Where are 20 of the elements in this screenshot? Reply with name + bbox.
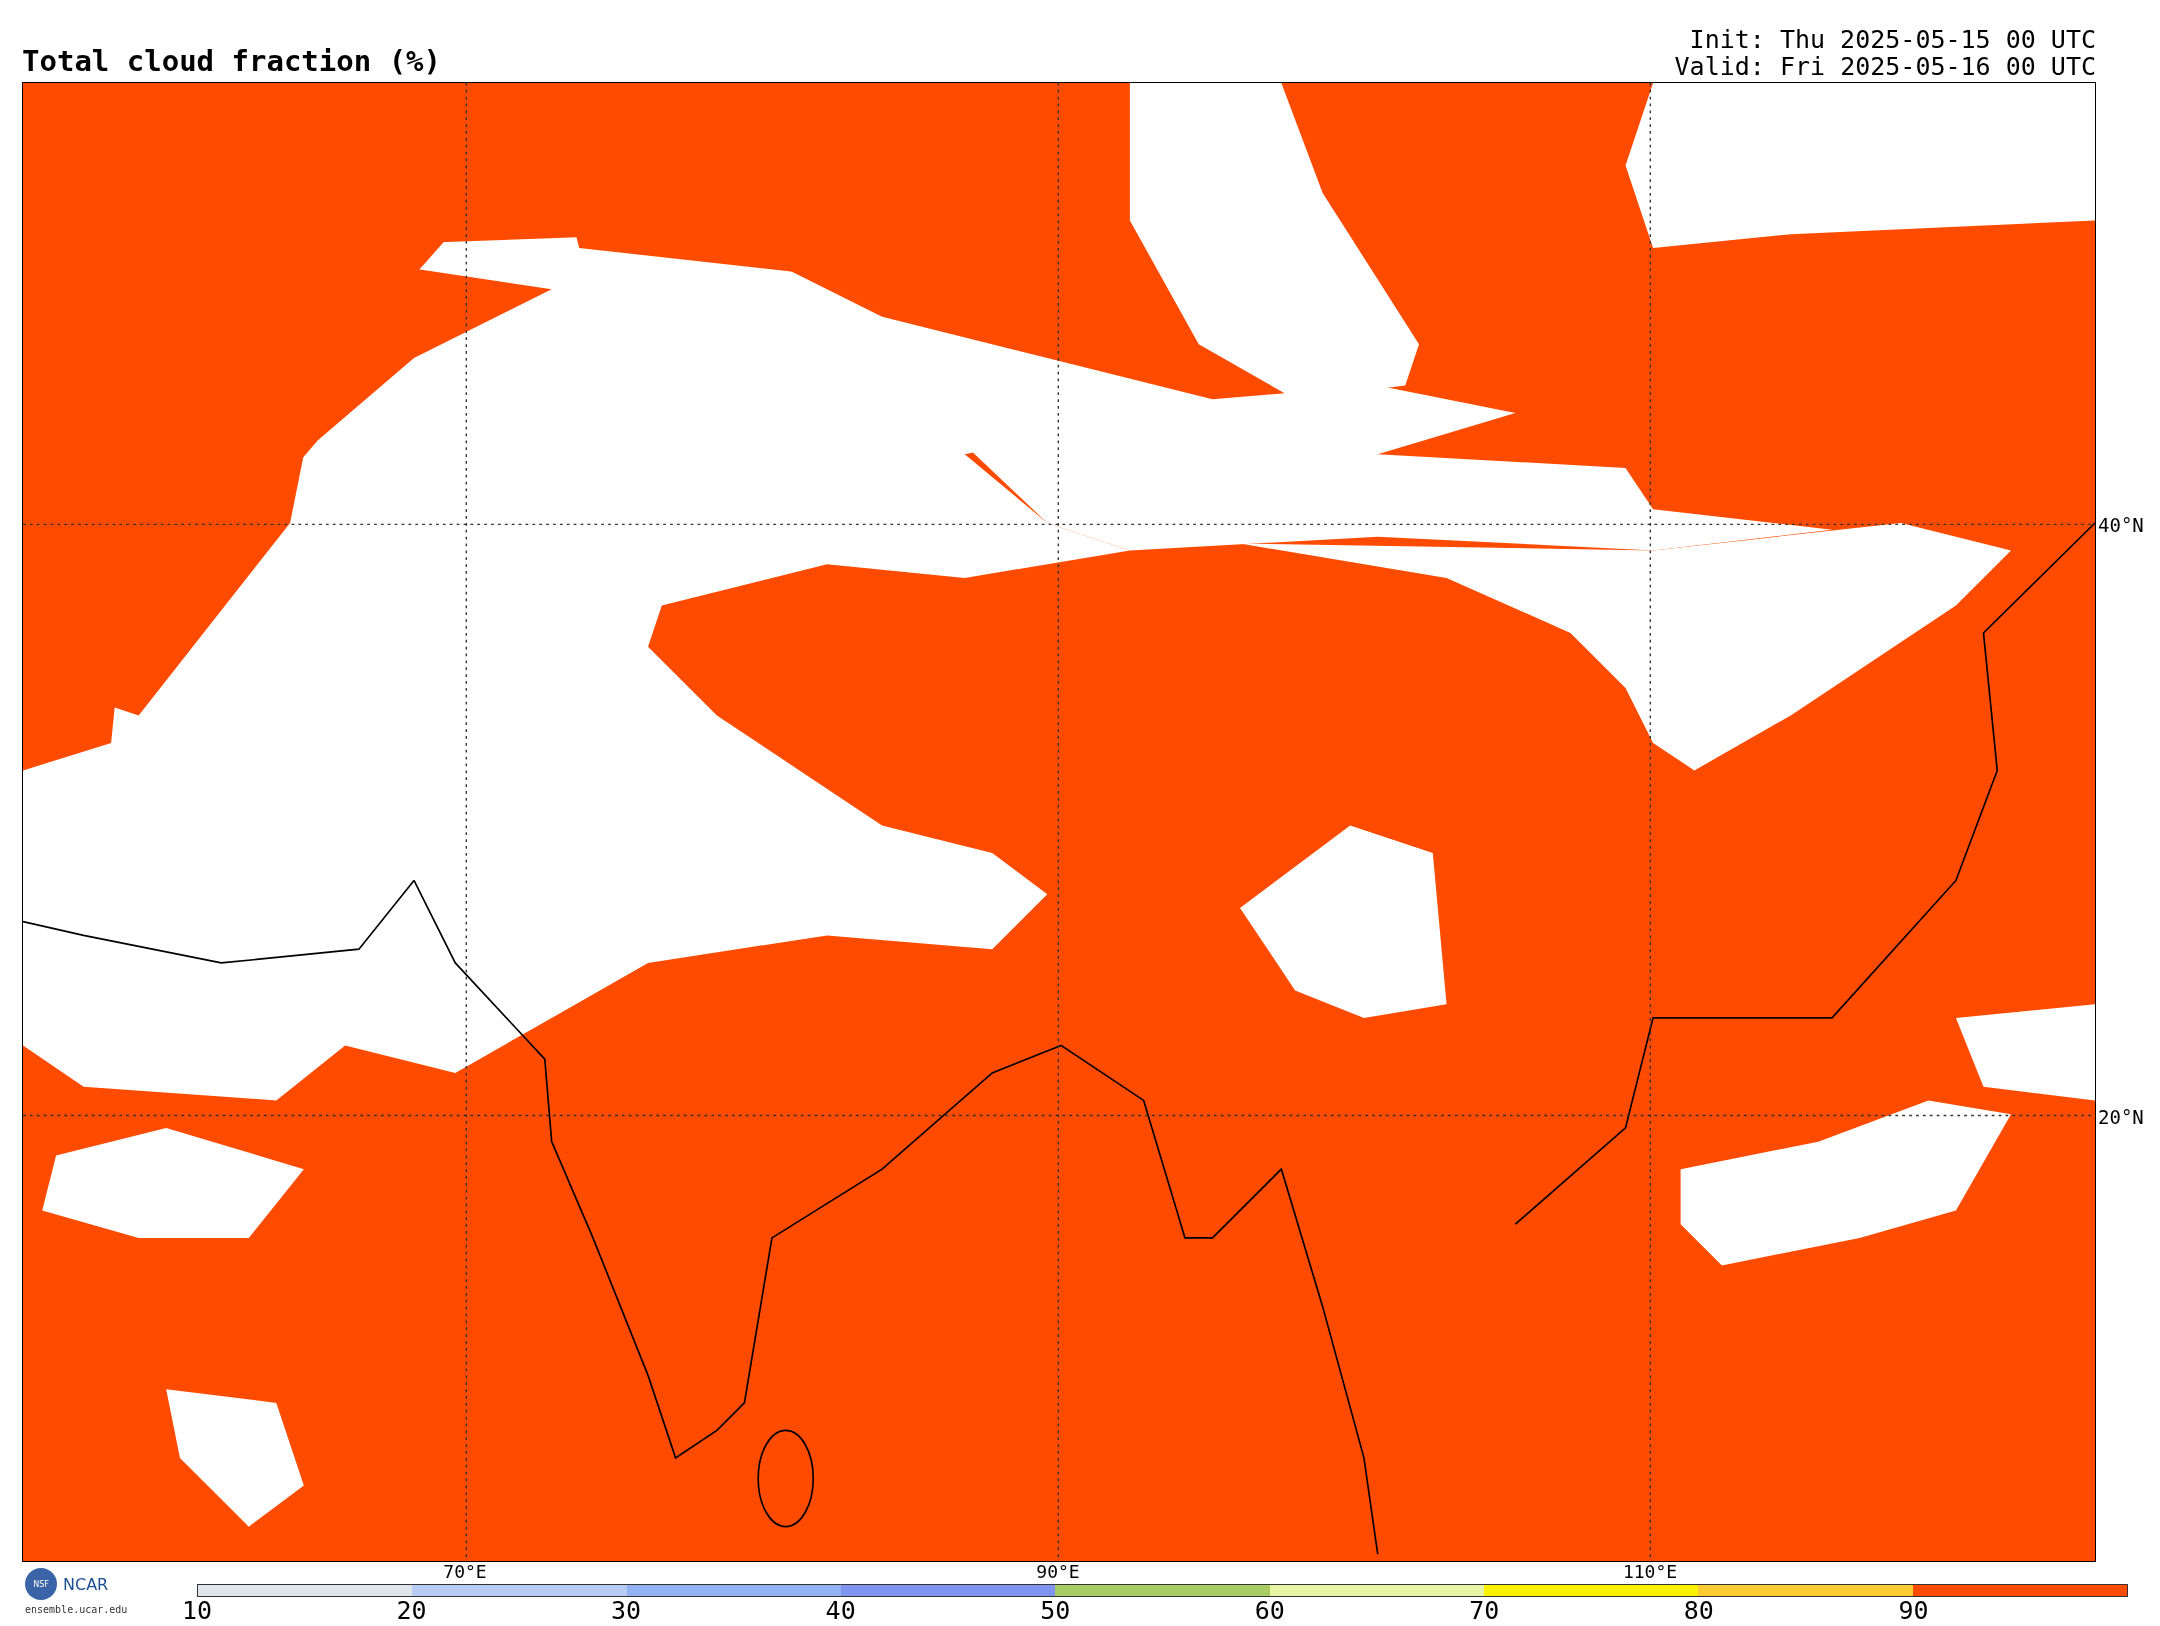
colorbar-tick-label: 20 <box>396 1598 427 1623</box>
longitude-label: 70°E <box>443 1563 487 1581</box>
site-url: ensemble.ucar.edu <box>25 1604 128 1615</box>
init-time: Init: Thu 2025-05-15 00 UTC <box>1689 26 2096 53</box>
valid-time: Valid: Fri 2025-05-16 00 UTC <box>1674 53 2096 80</box>
chart-title: Total cloud fraction (%) <box>22 47 442 80</box>
longitude-label: 110°E <box>1622 1563 1678 1581</box>
colorbar-tick-label: 10 <box>181 1598 213 1623</box>
logo-name: NCAR <box>63 1574 109 1594</box>
colorbar-tick-label: 40 <box>825 1598 856 1623</box>
longitude-label: 90°E <box>1036 1563 1080 1581</box>
latitude-label: 20°N <box>2098 1107 2144 1127</box>
colorbar-tick-label: 60 <box>1254 1598 1285 1623</box>
seal-logo: NSF <box>25 1568 57 1600</box>
colorbar-tick-label: 30 <box>611 1598 642 1623</box>
colorbar-tick-label: 70 <box>1469 1598 1500 1623</box>
colorbar-tick-label: 90 <box>1898 1598 1929 1623</box>
latitude-label: 40°N <box>2098 515 2144 535</box>
colorbar-tick-label: 50 <box>1040 1598 1071 1623</box>
colorbar-tick-label: 80 <box>1683 1598 1714 1623</box>
